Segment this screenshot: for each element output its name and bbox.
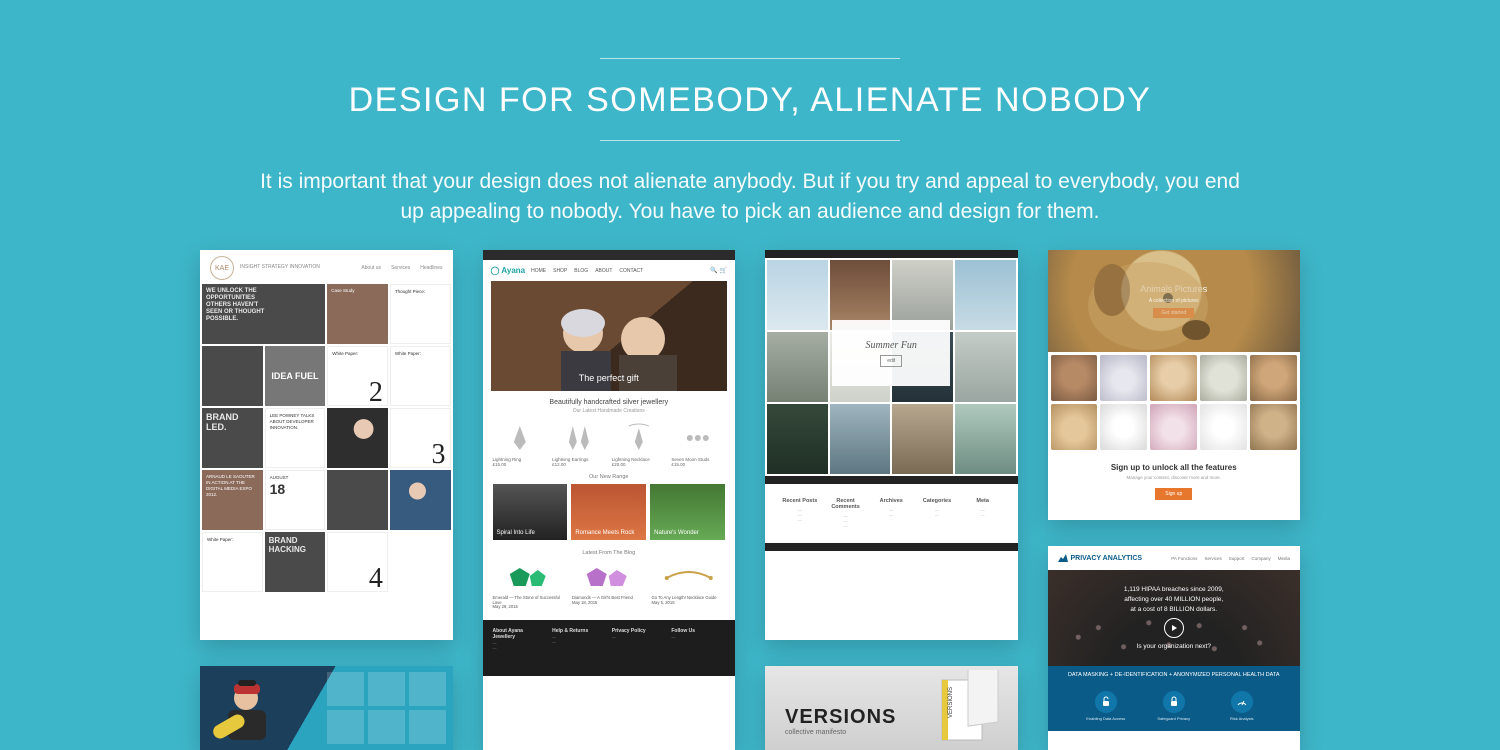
blog-post: Go To Any Length! Necklace GuideMay 5, 2… [652,560,726,610]
ayana-footer: About Ayana Jewellery—— Help & Returns——… [483,620,736,676]
thumbnail-ayana[interactable]: ◯ Ayana HOMESHOPBLOGABOUTCONTACT 🔍 🛒 The… [483,250,736,750]
kae-hero: WE UNLOCK THE OPPORTUNITIES OTHERS HAVEN… [202,284,325,344]
animals-grid [1048,352,1301,453]
page-subhead: It is important that your design does no… [260,167,1240,228]
thumbnail-skater[interactable] [200,666,453,750]
blog-post: Diamonds — A Girl's Best FriendMay 18, 2… [572,560,646,610]
lock-open-icon [1095,691,1117,713]
ayana-subtitle: Beautifully handcrafted silver jewellery [483,391,736,408]
privacy-mid: DATA MASKING + DE-IDENTIFICATION + ANONY… [1048,666,1301,685]
privacy-logo: PRIVACY ANALYTICS [1058,553,1143,563]
versions-subtitle: collective manifesto [785,729,846,736]
kae-date: AUGUST18 [265,470,326,530]
kae-cell: Thought Piece: [390,284,451,344]
signup-button[interactable]: Sign up [1155,488,1192,500]
page-title: DESIGN FOR SOMEBODY, ALIENATE NOBODY [0,59,1500,140]
ayana-blog-title: Latest From The Blog [483,540,736,560]
skater-panels [327,672,447,744]
animals-cta: Sign up to unlock all the features Manag… [1048,453,1301,515]
kae-tagline: INSIGHT STRATEGY INNOVATION [240,265,320,271]
kae-cell: White Paper: [202,532,263,592]
kae-brand-led: BRAND LED. [202,408,263,468]
summer-overlay: Summer Fun edit [832,320,950,386]
kae-cell: White Paper:2 [327,346,388,406]
category: Romance Meets Rock [571,484,646,540]
kae-cell [327,470,388,530]
thumbnail-versions[interactable]: VERSIONS VERSIONS collective manifesto [765,666,1018,750]
animals-hero: Animals Pictures A collection of picture… [1048,250,1301,352]
nav-item: Headlines [420,265,442,271]
product: Lightning Ring£15.00 [493,420,547,466]
thumbnail-privacy[interactable]: PRIVACY ANALYTICS PA FunctionsServicesSu… [1048,546,1301,750]
kae-nav: About us Services Headlines [361,265,442,271]
product: Lightning Earrings£12.00 [552,420,606,466]
play-icon[interactable] [1164,618,1184,638]
thumbnail-kae[interactable]: KAE INSIGHT STRATEGY INNOVATION About us… [200,250,453,640]
ayana-nav: HOMESHOPBLOGABOUTCONTACT [531,268,643,274]
category: Nature's Wonder [650,484,725,540]
kae-portrait [327,408,388,468]
thumbnail-animals[interactable]: Animals Pictures A collection of picture… [1048,250,1301,520]
kae-cell [202,346,263,406]
thumbnail-summer[interactable]: Summer Fun edit Recent Posts——— Recent C… [765,250,1018,640]
heading-block: DESIGN FOR SOMEBODY, ALIENATE NOBODY It … [0,0,1500,228]
search-icon: 🔍 🛒 [710,267,727,274]
ayana-subtitle2: Our Latest Handmade Creations [483,408,736,420]
kae-cell: Case Study [327,284,388,344]
product: Lightning Necklace£20.00 [612,420,666,466]
kae-idea-fuel: IDEA FUEL [265,346,326,406]
gauge-icon [1231,691,1253,713]
nav-item: Services [391,265,410,271]
skater-illustration [208,670,288,750]
product: Seven Moon Studs£15.00 [671,420,725,466]
nav-item: About us [361,265,381,271]
book-icon: VERSIONS [912,670,1002,750]
privacy-icons: Enabling Data Access Safeguard Privacy R… [1048,685,1301,731]
kae-arnaud: ARNAUD LE SAOUTER IN ACTION AT THE DIGIT… [202,470,263,530]
kae-cell: 4 [327,532,388,592]
kae-lee: LEE POWNEY TALKS ABOUT DEVELOPER INNOVAT… [265,408,326,468]
svg-text:VERSIONS: VERSIONS [948,687,954,718]
ayana-logo: ◯ Ayana [491,266,526,275]
kae-logo: KAE [210,256,234,280]
versions-title: VERSIONS [785,706,896,729]
summer-grid: Summer Fun edit [765,258,1018,476]
kae-cell: 3 [390,408,451,468]
blog-post: Emerald — The Stone of Successful LoveMa… [493,560,567,610]
ayana-hero: The perfect gift [491,281,728,391]
category: Spiral Into Life [493,484,568,540]
thumbnail-gallery: KAE INSIGHT STRATEGY INNOVATION About us… [0,250,1500,750]
ayana-range-title: Our New Range [483,466,736,484]
privacy-hero: 1,119 HIPAA breaches since 2009, affecti… [1048,570,1301,666]
edit-button[interactable]: edit [880,355,902,367]
privacy-nav: PA FunctionsServicesSupportCompanyMedia [1171,556,1290,561]
divider [600,140,900,141]
lock-icon [1163,691,1185,713]
summer-columns: Recent Posts——— Recent Comments——— Archi… [765,484,1018,537]
kae-brand-hacking: BRAND HACKING [265,532,326,592]
kae-cell: White Paper: [390,346,451,406]
kae-portrait [390,470,451,530]
